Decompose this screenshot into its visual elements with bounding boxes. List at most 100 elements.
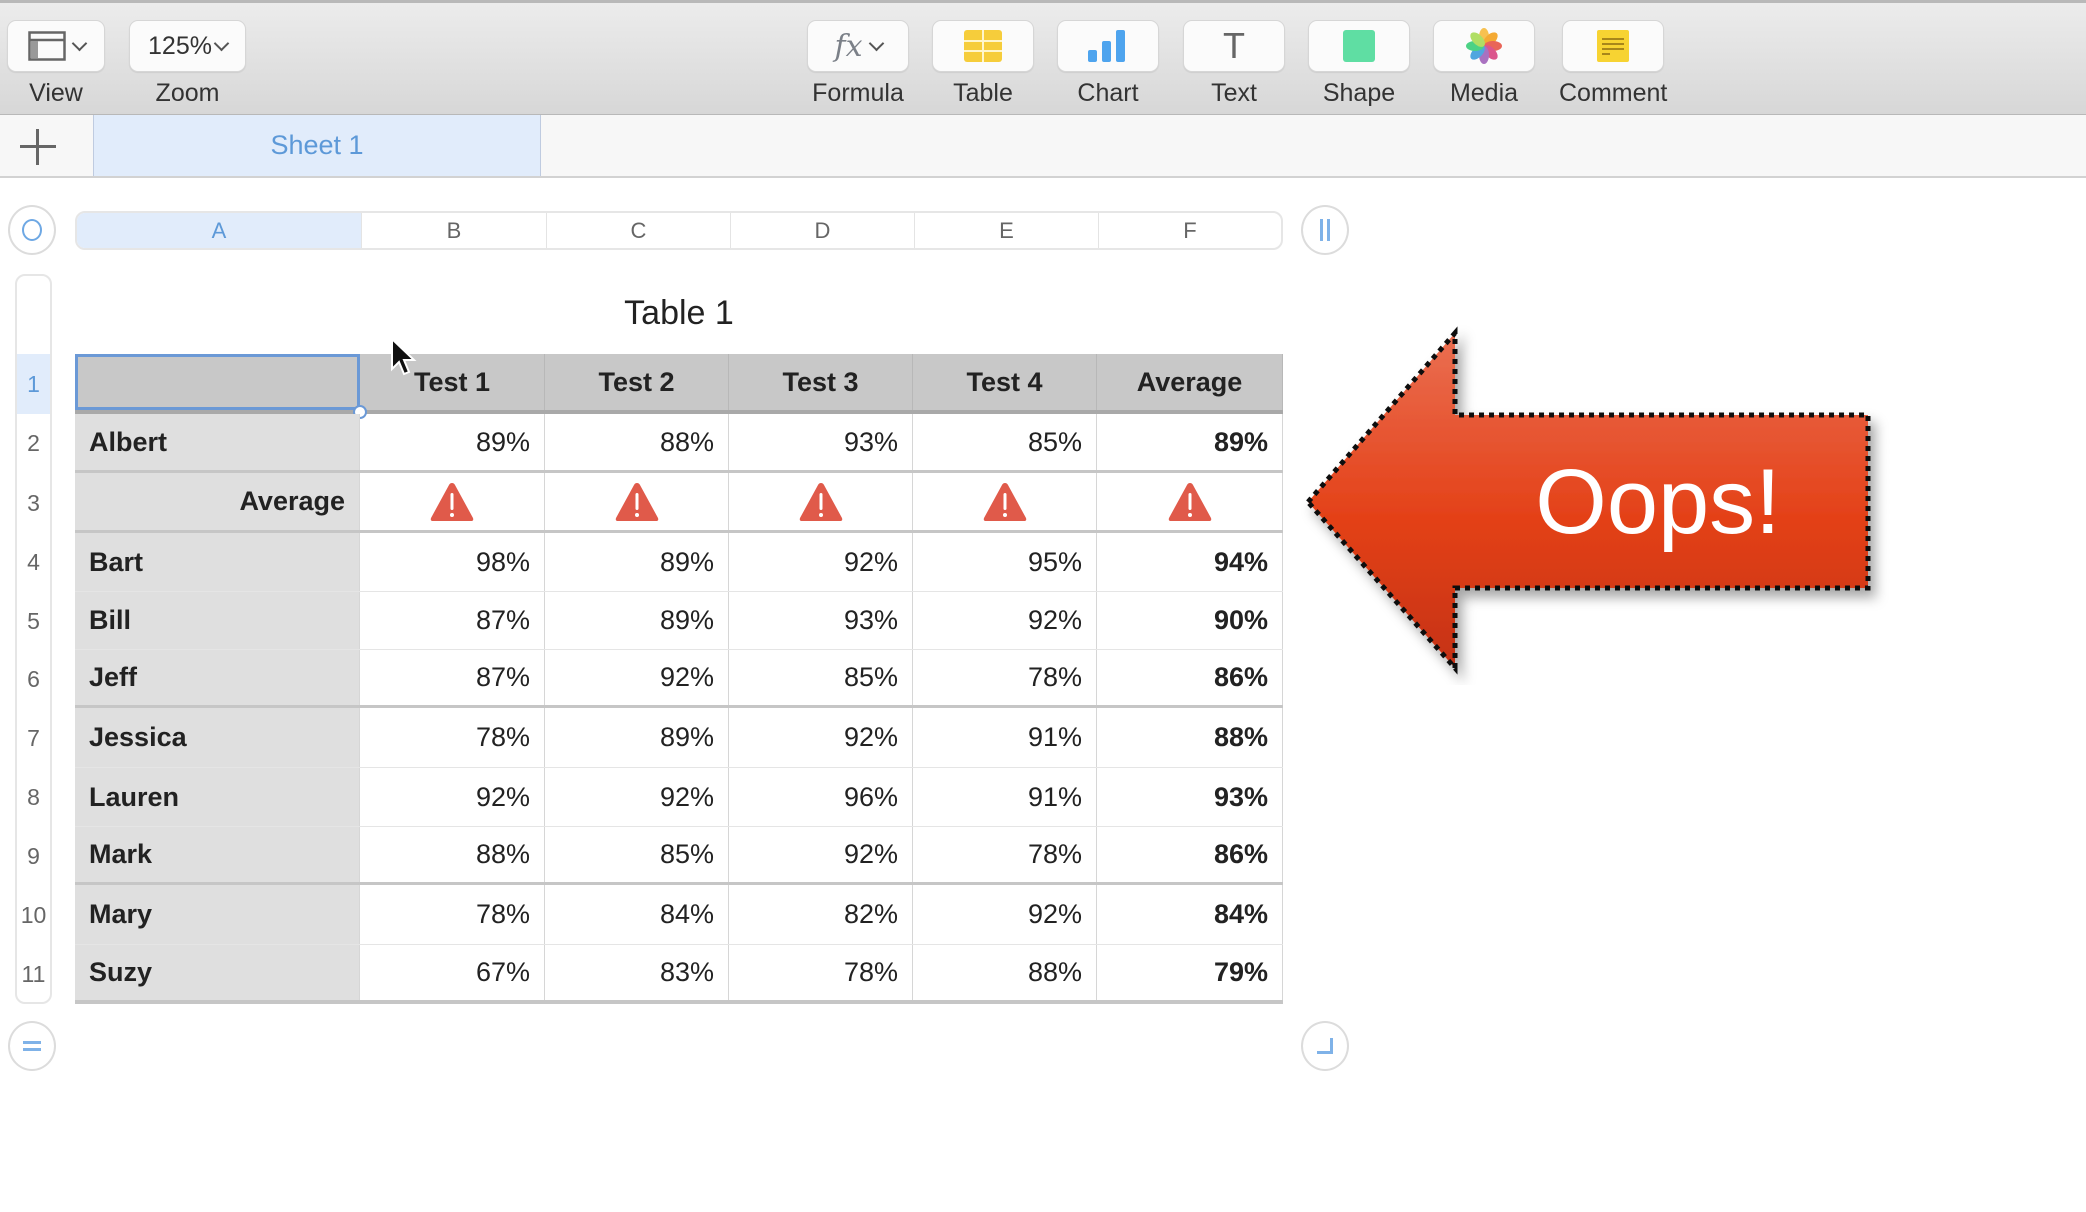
score-cell[interactable]: 78% — [360, 708, 545, 767]
score-cell[interactable]: 87% — [360, 592, 545, 649]
score-cell[interactable]: 96% — [729, 768, 913, 826]
score-cell[interactable]: 83% — [545, 945, 729, 1000]
score-cell[interactable]: 84% — [545, 885, 729, 944]
zoom-tool[interactable]: 125% Zoom — [129, 20, 246, 108]
media-tool[interactable]: Media — [1433, 20, 1535, 108]
error-cell[interactable] — [360, 473, 545, 530]
score-cell[interactable]: 85% — [729, 650, 913, 705]
shape-tool[interactable]: Shape — [1308, 20, 1410, 108]
score-cell[interactable]: 95% — [913, 533, 1097, 591]
row-label-cell[interactable]: Suzy — [75, 945, 360, 1000]
score-cell[interactable]: 89% — [360, 414, 545, 470]
average-cell[interactable]: 79% — [1097, 945, 1283, 1000]
row-header-7[interactable]: 7 — [17, 708, 50, 768]
score-cell[interactable]: 92% — [729, 708, 913, 767]
column-header-d[interactable]: D — [731, 213, 915, 248]
score-cell[interactable]: 78% — [729, 945, 913, 1000]
row-header-6[interactable]: 6 — [17, 650, 50, 708]
text-tool[interactable]: T Text — [1183, 20, 1285, 108]
row-header-10[interactable]: 10 — [17, 885, 50, 945]
score-cell[interactable]: 89% — [545, 708, 729, 767]
error-cell[interactable] — [913, 473, 1097, 530]
row-header-2[interactable]: 2 — [17, 414, 50, 473]
zoom-select[interactable]: 125% — [129, 20, 246, 72]
score-cell[interactable]: 78% — [913, 827, 1097, 882]
row-header-11[interactable]: 11 — [17, 945, 50, 1002]
header-cell[interactable]: Test 1 — [360, 354, 545, 410]
text-button[interactable]: T — [1183, 20, 1285, 72]
table-title[interactable]: Table 1 — [75, 294, 1283, 333]
score-cell[interactable]: 93% — [729, 592, 913, 649]
row-label-cell[interactable]: Lauren — [75, 768, 360, 826]
row-label-cell[interactable]: Jeff — [75, 650, 360, 705]
table-tool[interactable]: Table — [932, 20, 1034, 108]
average-cell[interactable]: 86% — [1097, 827, 1283, 882]
tab-sheet-1[interactable]: Sheet 1 — [93, 115, 541, 176]
score-cell[interactable]: 67% — [360, 945, 545, 1000]
error-cell[interactable] — [1097, 473, 1283, 530]
average-cell[interactable]: 88% — [1097, 708, 1283, 767]
average-cell[interactable]: 93% — [1097, 768, 1283, 826]
header-cell[interactable]: Test 2 — [545, 354, 729, 410]
score-cell[interactable]: 85% — [545, 827, 729, 882]
row-header-4[interactable]: 4 — [17, 533, 50, 592]
table-button[interactable] — [932, 20, 1034, 72]
row-label-cell[interactable]: Mark — [75, 827, 360, 882]
comment-tool[interactable]: Comment — [1559, 20, 1667, 108]
error-cell[interactable] — [729, 473, 913, 530]
formula-tool[interactable]: fx Formula — [807, 20, 909, 108]
score-cell[interactable]: 91% — [913, 708, 1097, 767]
column-header-a[interactable]: A — [77, 213, 362, 248]
row-header-5[interactable]: 5 — [17, 592, 50, 650]
header-cell-a1-selected[interactable] — [75, 354, 367, 419]
score-cell[interactable]: 78% — [913, 650, 1097, 705]
header-cell[interactable]: Test 3 — [729, 354, 913, 410]
score-cell[interactable]: 87% — [360, 650, 545, 705]
column-header-f[interactable]: F — [1099, 213, 1281, 248]
plus-icon[interactable] — [18, 129, 58, 165]
score-cell[interactable]: 92% — [729, 533, 913, 591]
view-tool[interactable]: View — [7, 20, 105, 108]
average-cell[interactable]: 90% — [1097, 592, 1283, 649]
row-label-cell[interactable]: Average — [75, 473, 360, 530]
shape-button[interactable] — [1308, 20, 1410, 72]
score-cell[interactable]: 78% — [360, 885, 545, 944]
view-button[interactable] — [7, 20, 105, 72]
row-label-cell[interactable]: Bill — [75, 592, 360, 649]
average-cell[interactable]: 86% — [1097, 650, 1283, 705]
score-cell[interactable]: 88% — [545, 414, 729, 470]
score-cell[interactable]: 92% — [360, 768, 545, 826]
score-cell[interactable]: 92% — [913, 885, 1097, 944]
score-cell[interactable]: 92% — [545, 650, 729, 705]
score-cell[interactable]: 89% — [545, 533, 729, 591]
row-header-1[interactable]: 1 — [17, 354, 50, 414]
column-header-b[interactable]: B — [362, 213, 547, 248]
column-header-e[interactable]: E — [915, 213, 1099, 248]
select-table-button[interactable] — [8, 205, 56, 255]
score-cell[interactable]: 98% — [360, 533, 545, 591]
score-cell[interactable]: 82% — [729, 885, 913, 944]
score-cell[interactable]: 88% — [913, 945, 1097, 1000]
score-cell[interactable]: 85% — [913, 414, 1097, 470]
chart-button[interactable] — [1057, 20, 1159, 72]
score-cell[interactable]: 88% — [360, 827, 545, 882]
error-cell[interactable] — [545, 473, 729, 530]
row-label-cell[interactable]: Jessica — [75, 708, 360, 767]
average-cell[interactable]: 84% — [1097, 885, 1283, 944]
row-header-8[interactable]: 8 — [17, 768, 50, 827]
header-cell[interactable]: Test 4 — [913, 354, 1097, 410]
average-cell[interactable]: 94% — [1097, 533, 1283, 591]
add-row-handle[interactable] — [8, 1021, 56, 1071]
row-header-3[interactable]: 3 — [17, 473, 50, 533]
score-cell[interactable]: 91% — [913, 768, 1097, 826]
row-label-cell[interactable]: Bart — [75, 533, 360, 591]
score-cell[interactable]: 92% — [913, 592, 1097, 649]
row-header-9[interactable]: 9 — [17, 827, 50, 885]
score-cell[interactable]: 92% — [545, 768, 729, 826]
score-cell[interactable]: 93% — [729, 414, 913, 470]
chart-tool[interactable]: Chart — [1057, 20, 1159, 108]
score-cell[interactable]: 92% — [729, 827, 913, 882]
header-cell[interactable]: Average — [1097, 354, 1283, 410]
row-label-cell[interactable]: Mary — [75, 885, 360, 944]
oops-arrow-callout[interactable]: Oops! — [1300, 325, 1900, 685]
